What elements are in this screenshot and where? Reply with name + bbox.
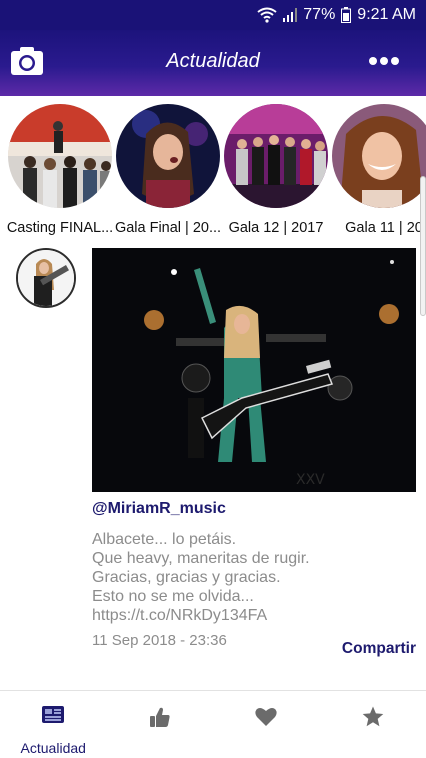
story-label: Casting FINAL... bbox=[6, 220, 114, 236]
bottom-nav: Actualidad bbox=[0, 691, 426, 758]
story-thumbnail bbox=[8, 104, 112, 208]
nav-item-likes[interactable] bbox=[107, 691, 214, 758]
battery-icon bbox=[341, 7, 352, 23]
story-thumbnail bbox=[224, 104, 328, 208]
scrollbar[interactable] bbox=[420, 176, 426, 316]
svg-text:XXV: XXV bbox=[296, 472, 325, 488]
battery-percent: 77% bbox=[303, 6, 336, 23]
clock: 9:21 AM bbox=[357, 6, 416, 23]
story-thumbnail bbox=[332, 104, 426, 208]
thumbs-up-icon bbox=[148, 705, 172, 734]
signal-icon bbox=[283, 8, 298, 22]
status-bar: 77% 9:21 AM bbox=[0, 0, 426, 30]
heart-icon bbox=[254, 705, 278, 732]
story-item[interactable]: Gala 11 | 20 bbox=[332, 104, 426, 236]
story-item[interactable]: Gala 12 | 2017 bbox=[224, 104, 328, 236]
post-image[interactable]: XXV bbox=[92, 248, 416, 492]
nav-item-actualidad[interactable]: Actualidad bbox=[0, 691, 107, 758]
newspaper-icon bbox=[41, 705, 65, 730]
app-bar: Actualidad bbox=[0, 30, 426, 96]
post-text: Albacete... lo petáis. Que heavy, maneri… bbox=[92, 531, 310, 624]
wifi-icon bbox=[257, 7, 277, 23]
share-button[interactable]: Compartir bbox=[342, 640, 416, 658]
page-title: Actualidad bbox=[166, 50, 260, 72]
story-thumbnail bbox=[116, 104, 220, 208]
story-label: Gala Final | 20... bbox=[114, 220, 222, 236]
story-item[interactable]: Casting FINAL... bbox=[7, 104, 113, 236]
nav-label-actualidad: Actualidad bbox=[20, 740, 86, 756]
star-icon bbox=[361, 705, 385, 734]
nav-item-favorites[interactable] bbox=[213, 691, 320, 758]
story-item[interactable]: Gala Final | 20... bbox=[115, 104, 221, 236]
more-dots-icon[interactable] bbox=[368, 54, 400, 68]
nav-item-starred[interactable] bbox=[320, 691, 426, 758]
post-date: 11 Sep 2018 - 23:36 bbox=[92, 632, 227, 649]
post-author-handle[interactable]: @MiriamR_music bbox=[92, 500, 226, 518]
avatar[interactable] bbox=[16, 248, 76, 308]
story-label: Gala 11 | 20 bbox=[345, 220, 423, 236]
stories-row: Casting FINAL... Gala Final | 20... Gala… bbox=[0, 100, 426, 240]
story-label: Gala 12 | 2017 bbox=[228, 220, 324, 236]
